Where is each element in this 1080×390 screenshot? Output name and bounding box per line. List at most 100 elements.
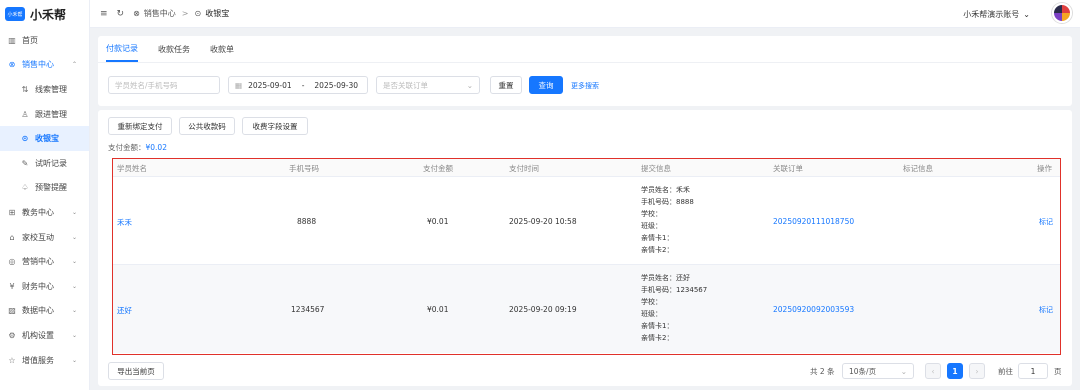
date-range-picker[interactable]: ▦ 2025-09-01 - 2025-09-30 bbox=[228, 76, 368, 94]
sidebar-nav: ▥ 首页 ⊗ 销售中心 ⌃ ⇅ 线索管理 ♙ 跟进管理 ⊙ 收银宝 ✎ 试听记录 ♤ 预警提醒 … bbox=[0, 28, 89, 372]
account-name: 小禾帮演示账号 bbox=[963, 9, 1020, 19]
page-size-select[interactable]: 10条/页 ⌄ bbox=[842, 363, 914, 379]
chevron-down-icon: ⌄ bbox=[1023, 9, 1030, 19]
phone-cell: 1234567 bbox=[291, 305, 325, 314]
sidebar-item-trial[interactable]: ✎ 试听记录 bbox=[0, 151, 89, 176]
export-page-button[interactable]: 导出当前页 bbox=[108, 362, 164, 380]
tab-payment-records[interactable]: 付款记录 bbox=[106, 36, 138, 62]
mark-action-link[interactable]: 标记 bbox=[1039, 305, 1053, 315]
breadcrumb-separator: > bbox=[181, 9, 189, 18]
sidebar-item-label: 跟进管理 bbox=[35, 109, 67, 119]
info-line: 亲情卡2： bbox=[641, 334, 674, 342]
avatar[interactable] bbox=[1052, 3, 1072, 23]
page-unit-label: 页 bbox=[1054, 367, 1062, 376]
summary-value: ¥0.02 bbox=[145, 143, 167, 152]
sidebar-item-label: 教务中心 bbox=[22, 207, 54, 217]
tab-divider bbox=[98, 62, 1072, 63]
sidebar-item-clue[interactable]: ⇅ 线索管理 bbox=[0, 77, 89, 102]
tab-collection-tasks[interactable]: 收款任务 bbox=[158, 36, 190, 62]
sidebar-item-value-added[interactable]: ☆ 增值服务 ⌄ bbox=[0, 348, 89, 373]
breadcrumb-parent[interactable]: 销售中心 bbox=[144, 8, 176, 19]
sidebar-item-followup[interactable]: ♙ 跟进管理 bbox=[0, 102, 89, 127]
info-line: 手机号码：1234567 bbox=[641, 286, 708, 294]
name-phone-search-input[interactable]: 学员姓名/手机号码 bbox=[108, 76, 220, 94]
sidebar-item-alert[interactable]: ♤ 预警提醒 bbox=[0, 176, 89, 201]
rebind-payment-button[interactable]: 重新绑定支付 bbox=[108, 117, 172, 135]
goto-page-input[interactable]: 1 bbox=[1018, 363, 1048, 379]
student-name-link[interactable]: 禾禾 bbox=[117, 217, 132, 228]
tabs: 付款记录 收款任务 收款单 bbox=[106, 36, 234, 62]
chevron-down-icon: ⌄ bbox=[71, 258, 77, 266]
sales-icon: ⊗ bbox=[133, 9, 140, 18]
chevron-down-icon: ⌄ bbox=[71, 307, 77, 315]
account-menu[interactable]: 小禾帮演示账号 ⌄ bbox=[963, 0, 1030, 28]
info-line: 学校： bbox=[641, 210, 662, 218]
table-footer: 导出当前页 共 2 条 10条/页 ⌄ ‹ 1 › 前往 1 页 bbox=[98, 362, 1072, 382]
prev-page-button[interactable]: ‹ bbox=[925, 363, 941, 379]
chevron-down-icon: ⌄ bbox=[71, 233, 77, 241]
time-cell: 2025-09-20 10:58 bbox=[509, 217, 577, 226]
clue-icon: ⇅ bbox=[21, 84, 29, 94]
logo[interactable]: 小禾帮 小禾帮 bbox=[0, 0, 89, 28]
fee-field-settings-button[interactable]: 收费字段设置 bbox=[242, 117, 308, 135]
sidebar-item-label: 线索管理 bbox=[35, 84, 67, 94]
col-mark-info: 标记信息 bbox=[903, 163, 933, 173]
payment-summary: 支付金额：¥0.02 bbox=[108, 142, 167, 153]
sidebar-item-label: 数据中心 bbox=[22, 306, 54, 316]
col-time: 支付时间 bbox=[509, 163, 539, 173]
col-linked-order: 关联订单 bbox=[773, 163, 803, 173]
public-qr-button[interactable]: 公共收款码 bbox=[179, 117, 235, 135]
sidebar-item-finance[interactable]: ¥ 财务中心 ⌄ bbox=[0, 274, 89, 299]
tab-receipts[interactable]: 收款单 bbox=[210, 36, 234, 62]
sidebar-item-data[interactable]: ▨ 数据中心 ⌄ bbox=[0, 299, 89, 324]
sidebar-item-sales[interactable]: ⊗ 销售中心 ⌃ bbox=[0, 53, 89, 78]
sidebar-item-label: 增值服务 bbox=[22, 355, 54, 365]
table-row: 禾禾 8888 ¥0.01 2025-09-20 10:58 学员姓名：禾禾 手… bbox=[113, 177, 1060, 265]
data-icon: ▨ bbox=[8, 306, 16, 316]
linked-order-link[interactable]: 20250920111018750 bbox=[773, 217, 854, 226]
sidebar-item-home-school[interactable]: ⌂ 家校互动 ⌄ bbox=[0, 225, 89, 250]
chevron-down-icon: ⌄ bbox=[71, 356, 77, 364]
chevron-up-icon: ⌃ bbox=[71, 61, 77, 69]
records-card: 重新绑定支付 公共收款码 收费字段设置 支付金额：¥0.02 学员姓名 手机号码… bbox=[98, 110, 1072, 386]
date-separator: - bbox=[301, 80, 305, 90]
time-cell: 2025-09-20 09:19 bbox=[509, 305, 577, 314]
user-icon: ♙ bbox=[21, 109, 29, 119]
info-line: 亲情卡2： bbox=[641, 246, 674, 254]
edu-icon: ⊞ bbox=[8, 207, 16, 217]
marketing-icon: ◎ bbox=[8, 257, 16, 267]
more-search-link[interactable]: 更多搜索 bbox=[571, 81, 599, 91]
refresh-icon[interactable]: ↻ bbox=[117, 9, 125, 19]
settings-icon: ⚙ bbox=[8, 330, 16, 340]
breadcrumb-current: 收银宝 bbox=[205, 9, 230, 18]
sidebar-item-settings[interactable]: ⚙ 机构设置 ⌄ bbox=[0, 323, 89, 348]
chevron-down-icon: ⌄ bbox=[466, 80, 473, 90]
sidebar-item-label: 销售中心 bbox=[22, 60, 54, 70]
sidebar-item-marketing[interactable]: ◎ 营销中心 ⌄ bbox=[0, 249, 89, 274]
info-line: 班级： bbox=[641, 222, 662, 230]
mark-action-link[interactable]: 标记 bbox=[1039, 217, 1053, 227]
menu-toggle-icon[interactable]: ≡ bbox=[100, 9, 108, 19]
payment-table: 学员姓名 手机号码 支付金额 支付时间 提交信息 关联订单 标记信息 操作 禾禾… bbox=[112, 158, 1061, 355]
sidebar-item-edu[interactable]: ⊞ 教务中心 ⌄ bbox=[0, 200, 89, 225]
submitted-info-cell: 学员姓名：还好 手机号码：1234567 学校： 班级： 亲情卡1： 亲情卡2： bbox=[641, 272, 707, 344]
reset-button[interactable]: 重置 bbox=[490, 76, 522, 94]
page-1-button[interactable]: 1 bbox=[947, 363, 963, 379]
filter-card: 付款记录 收款任务 收款单 学员姓名/手机号码 ▦ 2025-09-01 - 2… bbox=[98, 36, 1072, 106]
col-phone: 手机号码 bbox=[289, 163, 319, 173]
trial-icon: ✎ bbox=[21, 158, 29, 168]
phone-cell: 8888 bbox=[297, 217, 317, 226]
info-line: 亲情卡1： bbox=[641, 322, 674, 330]
table-header: 学员姓名 手机号码 支付金额 支付时间 提交信息 关联订单 标记信息 操作 bbox=[113, 159, 1060, 177]
student-name-link[interactable]: 还好 bbox=[117, 305, 132, 316]
sidebar-item-label: 营销中心 bbox=[22, 257, 54, 267]
sidebar-item-home[interactable]: ▥ 首页 bbox=[0, 28, 89, 53]
linked-order-select[interactable]: 是否关联订单 ⌄ bbox=[376, 76, 480, 94]
info-line: 班级： bbox=[641, 310, 662, 318]
summary-label: 支付金额： bbox=[108, 143, 146, 152]
search-button[interactable]: 查询 bbox=[529, 76, 563, 94]
next-page-button[interactable]: › bbox=[969, 363, 985, 379]
linked-order-link[interactable]: 20250920092003593 bbox=[773, 305, 854, 314]
chevron-down-icon: ⌄ bbox=[900, 366, 907, 376]
sidebar-item-cashier[interactable]: ⊙ 收银宝 bbox=[0, 126, 89, 151]
